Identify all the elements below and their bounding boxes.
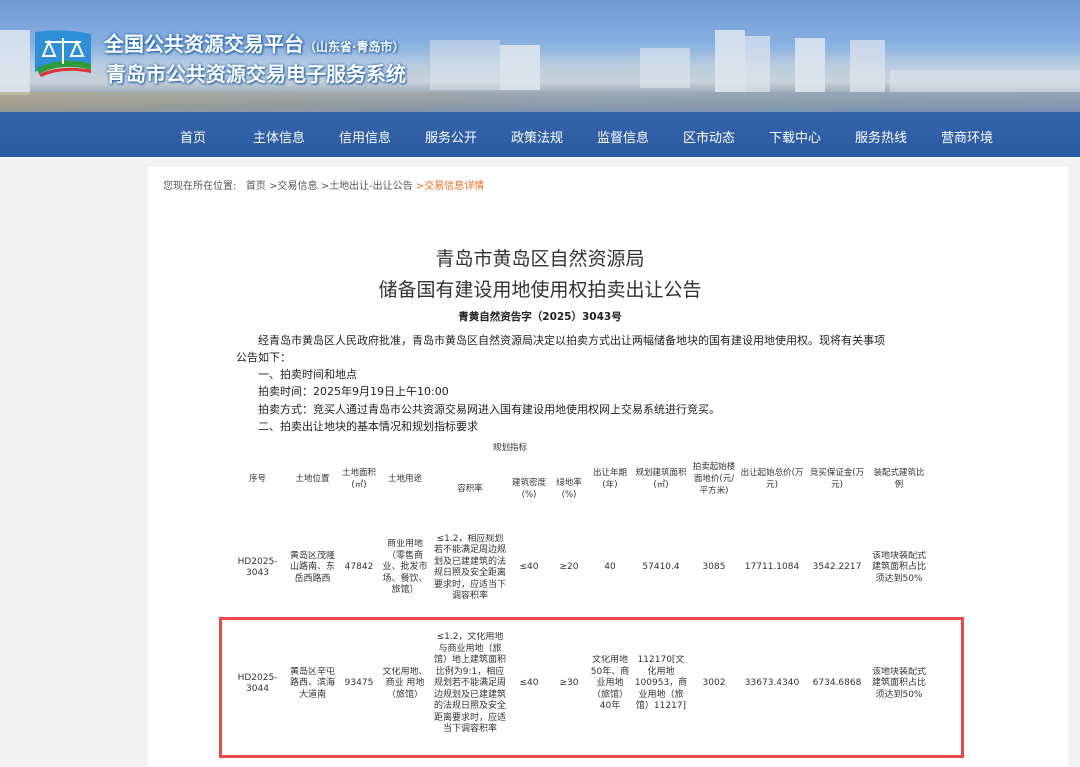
cell-prefab-ratio: 该地块装配式建筑面积占比须达到50% [871, 550, 926, 584]
cell-area: 93475 [344, 678, 374, 689]
section-1-heading: 一、拍卖时间和地点 [258, 368, 357, 381]
header-term: 出让年期(年) [592, 468, 627, 490]
doc-number: 青黄自然资告字（2025）3043号 [458, 311, 622, 323]
nav-entity-info[interactable]: 主体信息 [236, 127, 322, 149]
crumb-trade-info[interactable]: >交易信息 [269, 181, 317, 192]
header-floor-area: 规划建筑面积(㎡) [635, 468, 687, 490]
nav-hotline[interactable]: 服务热线 [838, 127, 924, 149]
cell-floor-area: 112170[文化用地100953，商业用地（旅馆）11217] [634, 655, 688, 712]
cell-seq: HD2025-3043 [237, 556, 278, 579]
nav-supervision[interactable]: 监督信息 [580, 127, 666, 149]
cell-location: 黄岛区茂隆山路南、东岳西路西 [289, 550, 335, 584]
crumb-land-notice[interactable]: >土地出让-出让公告 [321, 181, 413, 192]
header-planning-indicators: 规划指标 [492, 443, 527, 453]
platform-title: 全国公共资源交易平台（山东省·青岛市） [104, 32, 405, 56]
header-start-total: 出让起始总价(万元) [740, 468, 804, 490]
section-2-heading: 二、拍卖出让地块的基本情况和规划指标要求 [258, 420, 478, 433]
cell-density: ≤40 [519, 678, 539, 689]
nav-service-public[interactable]: 服务公开 [408, 127, 494, 149]
cell-deposit: 3542.2217 [812, 562, 862, 573]
table-row: HD2025-3043 黄岛区茂隆山路南、东岳西路西 47842 商业用地（零售商业、… [230, 520, 930, 616]
cell-term: 文化用地50年、商业用地（旅馆）40年 [590, 655, 630, 712]
cell-prefab-ratio: 该地块装配式建筑面积占比须达到50% [871, 666, 926, 700]
intro-paragraph: 经青岛市黄岛区人民政府批准，青岛市黄岛区自然资源局决定以拍卖方式出让两幅储备地块… [258, 334, 885, 347]
cell-term: 40 [604, 562, 616, 573]
crumb-home[interactable]: 首页 [246, 181, 266, 192]
land-parcel-table: 序号 土地位置 土地面积(㎡) 土地用途 规划指标出让年期(年) 规划建筑面积(㎡) 拍卖起… [230, 438, 930, 752]
header-density: 建筑密度(%) [511, 478, 546, 500]
auction-method: 拍卖方式：竞买人通过青岛市公共资源交易网进入国有建设用地使用权网上交易系统进行竞… [258, 403, 720, 416]
doc-title-authority: 青岛市黄岛区自然资源局 [435, 248, 645, 270]
header-area: 土地面积(㎡) [342, 468, 377, 490]
cell-floor-area: 57410.4 [642, 562, 680, 573]
cell-far: ≤1.2，相应规划若不能满足周边规划及已建建筑的法规日照及安全距离要求时，应适当… [434, 533, 506, 602]
nav-credit-info[interactable]: 信用信息 [322, 127, 408, 149]
cell-density: ≤40 [519, 562, 539, 573]
intro-paragraph-cont: 公告如下： [236, 351, 291, 364]
header-seq: 序号 [248, 474, 266, 484]
header-location: 土地位置 [295, 474, 330, 484]
cell-use: 商业用地（零售商业、批发市场、餐饮、旅馆） [382, 539, 428, 596]
table-row: HD2025-3044 黄岛区辛屯路西、滨海大道南 93475 文化用地、商业 用地（… [230, 616, 930, 752]
system-title: 青岛市公共资源交易电子服务系统 [106, 62, 406, 86]
nav-district-news[interactable]: 区市动态 [666, 127, 752, 149]
cell-start-total: 17711.1084 [744, 562, 800, 573]
cell-start-unit-price: 3002 [702, 678, 726, 689]
breadcrumb: 您现在所在位置: 首页 >交易信息 >土地出让-出让公告 >交易信息详情 [163, 181, 485, 192]
cell-use: 文化用地、商业 用地（旅馆） [382, 666, 428, 700]
cell-start-unit-price: 3085 [702, 562, 726, 573]
cell-location: 黄岛区辛屯路西、滨海大道南 [289, 666, 335, 700]
header-use: 土地用途 [387, 474, 422, 484]
nav-policy[interactable]: 政策法规 [494, 127, 580, 149]
cell-deposit: 6734.6868 [812, 678, 862, 689]
nav-business-env[interactable]: 营商环境 [924, 127, 1010, 149]
cell-far: ≤1.2，文化用地与商业用地（旅馆）地上建筑面积比例为9:1，相应规划若不能满足… [434, 632, 506, 735]
cell-seq: HD2025-3044 [237, 672, 278, 695]
nav-downloads[interactable]: 下载中心 [752, 127, 838, 149]
region-label: （山东省·青岛市） [304, 40, 405, 54]
crumb-current: >交易信息详情 [415, 181, 485, 192]
header-deposit: 竞买保证金(万元) [809, 468, 865, 490]
doc-title-notice: 储备国有建设用地使用权拍卖出让公告 [378, 279, 702, 301]
site-header: 全国公共资源交易平台（山东省·青岛市） 青岛市公共资源交易电子服务系统 首页 主… [0, 0, 1080, 157]
cell-green: ≥20 [559, 562, 579, 573]
scales-logo-icon [35, 30, 91, 77]
header-green: 绿地率(%) [556, 478, 582, 500]
auction-time: 拍卖时间：2025年9月19日上午10:00 [258, 385, 449, 398]
header-far: 容积率 [457, 484, 483, 494]
cell-start-total: 33673.4340 [744, 678, 800, 689]
header-prefab-ratio: 装配式建筑比例 [873, 468, 925, 490]
cell-area: 47842 [344, 562, 374, 573]
nav-home[interactable]: 首页 [150, 127, 236, 149]
main-nav: 首页 主体信息 信用信息 服务公开 政策法规 监督信息 区市动态 下载中心 服务… [150, 127, 1010, 149]
cell-green: ≥30 [559, 678, 579, 689]
header-start-unit-price: 拍卖起始楼面地价(元/平方米) [692, 462, 736, 496]
